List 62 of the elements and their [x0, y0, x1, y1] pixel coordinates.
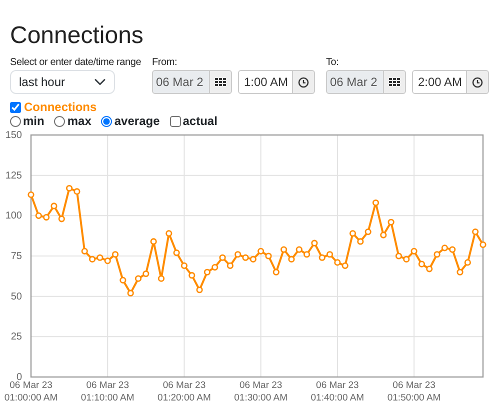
data-point — [380, 232, 387, 238]
data-point — [188, 272, 196, 279]
date-label: To: — [326, 56, 340, 70]
mode-radio[interactable] — [10, 116, 21, 126]
data-point — [311, 240, 318, 246]
data-point — [50, 202, 58, 210]
mode-label: actual — [182, 114, 218, 128]
calendar-button[interactable] — [210, 70, 232, 94]
clock-icon — [298, 76, 309, 88]
data-point — [456, 268, 464, 276]
data-point — [120, 276, 126, 284]
data-point — [158, 275, 165, 282]
y-tick-label: 125 — [5, 170, 22, 182]
data-point — [272, 268, 280, 276]
clock-button[interactable] — [467, 70, 489, 94]
mode-radio[interactable] — [101, 116, 112, 126]
data-point — [280, 246, 288, 253]
calendar-button[interactable] — [384, 70, 406, 94]
mode-radio[interactable] — [54, 116, 66, 126]
data-point — [364, 228, 372, 236]
data-point — [464, 259, 471, 266]
x-tick-label: 06 Mar 23 01:30:00 AM — [234, 380, 288, 403]
x-tick-label: 06 Mar 23 01:50:00 AM — [387, 380, 441, 403]
y-tick-label: 75 — [10, 251, 22, 262]
series-checkbox[interactable] — [10, 102, 21, 112]
time-field[interactable]: 1:00 AM — [238, 70, 293, 94]
x-tick-label: 06 Mar 23 01:40:00 AM — [310, 380, 364, 403]
data-point — [196, 286, 203, 294]
date-label: From: — [152, 56, 178, 70]
clock-button[interactable] — [293, 70, 315, 94]
clock-icon — [472, 76, 483, 88]
x-tick-label: 06 Mar 23 01:00:00 AM — [4, 380, 58, 403]
data-point — [372, 199, 380, 206]
data-point — [150, 238, 157, 245]
mode-checkbox[interactable] — [170, 116, 181, 126]
data-point — [127, 290, 134, 296]
data-point — [58, 216, 65, 222]
data-point — [166, 230, 172, 237]
mode-label: min — [23, 114, 44, 128]
time-field[interactable]: 2:00 AM — [412, 70, 467, 94]
data-point — [472, 228, 479, 236]
data-point — [388, 218, 394, 226]
data-point — [28, 191, 34, 198]
page-title: Connections — [10, 22, 144, 50]
y-tick-label: 0 — [16, 372, 22, 383]
y-tick-label: 150 — [5, 130, 22, 141]
y-tick-label: 50 — [10, 291, 22, 302]
data-point — [288, 256, 295, 263]
mode-label: average — [114, 114, 160, 128]
range-select[interactable]: last hour — [10, 70, 115, 94]
mode-label: max — [67, 114, 92, 128]
x-tick-label: 06 Mar 23 01:10:00 AM — [80, 380, 134, 403]
data-point — [180, 262, 188, 269]
y-tick-label: 100 — [5, 210, 22, 222]
x-tick-label: 06 Mar 23 01:20:00 AM — [158, 380, 211, 403]
data-point — [480, 241, 486, 248]
y-tick-label: 25 — [10, 332, 22, 343]
calendar-icon — [389, 78, 400, 86]
calendar-icon — [215, 78, 226, 86]
range-label: Select or enter date/time range — [10, 56, 142, 70]
series-label: Connections — [24, 100, 97, 114]
data-point — [173, 249, 180, 256]
